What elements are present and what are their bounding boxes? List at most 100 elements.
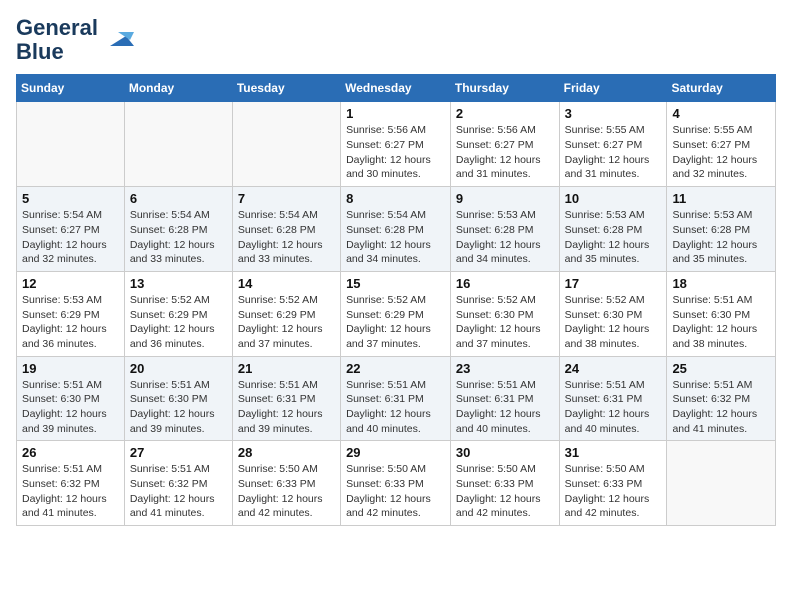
day-number: 18	[672, 276, 770, 291]
day-cell: 3 Sunrise: 5:55 AMSunset: 6:27 PMDaylight…	[559, 102, 667, 187]
day-number: 13	[130, 276, 227, 291]
day-info: Sunrise: 5:51 AMSunset: 6:31 PMDaylight:…	[565, 378, 662, 437]
day-info: Sunrise: 5:55 AMSunset: 6:27 PMDaylight:…	[565, 123, 662, 182]
day-cell: 1 Sunrise: 5:56 AMSunset: 6:27 PMDaylight…	[341, 102, 451, 187]
day-cell: 29 Sunrise: 5:50 AMSunset: 6:33 PMDayligh…	[341, 441, 451, 526]
header-cell-thursday: Thursday	[450, 75, 559, 102]
day-number: 10	[565, 191, 662, 206]
header-cell-sunday: Sunday	[17, 75, 125, 102]
day-number: 12	[22, 276, 119, 291]
day-info: Sunrise: 5:53 AMSunset: 6:28 PMDaylight:…	[456, 208, 554, 267]
week-row-1: 1 Sunrise: 5:56 AMSunset: 6:27 PMDaylight…	[17, 102, 776, 187]
day-cell: 11 Sunrise: 5:53 AMSunset: 6:28 PMDayligh…	[667, 187, 776, 272]
day-info: Sunrise: 5:54 AMSunset: 6:27 PMDaylight:…	[22, 208, 119, 267]
day-info: Sunrise: 5:50 AMSunset: 6:33 PMDaylight:…	[346, 462, 445, 521]
day-cell	[124, 102, 232, 187]
day-cell: 31Sunrise: 5:50 AMSunset: 6:33 PMDayligh…	[559, 441, 667, 526]
day-number: 29	[346, 445, 445, 460]
day-info: Sunrise: 5:51 AMSunset: 6:30 PMDaylight:…	[22, 378, 119, 437]
header-cell-wednesday: Wednesday	[341, 75, 451, 102]
calendar-table: SundayMondayTuesdayWednesdayThursdayFrid…	[16, 74, 776, 526]
day-cell: 18 Sunrise: 5:51 AMSunset: 6:30 PMDayligh…	[667, 271, 776, 356]
day-info: Sunrise: 5:56 AMSunset: 6:27 PMDaylight:…	[456, 123, 554, 182]
day-cell: 12 Sunrise: 5:53 AMSunset: 6:29 PMDayligh…	[17, 271, 125, 356]
day-info: Sunrise: 5:51 AMSunset: 6:30 PMDaylight:…	[672, 293, 770, 352]
day-number: 23	[456, 361, 554, 376]
day-cell: 4 Sunrise: 5:55 AMSunset: 6:27 PMDaylight…	[667, 102, 776, 187]
header-cell-friday: Friday	[559, 75, 667, 102]
day-info: Sunrise: 5:52 AMSunset: 6:30 PMDaylight:…	[565, 293, 662, 352]
day-number: 7	[238, 191, 335, 206]
day-info: Sunrise: 5:52 AMSunset: 6:29 PMDaylight:…	[130, 293, 227, 352]
day-number: 16	[456, 276, 554, 291]
week-row-3: 12 Sunrise: 5:53 AMSunset: 6:29 PMDayligh…	[17, 271, 776, 356]
day-number: 22	[346, 361, 445, 376]
week-row-5: 26 Sunrise: 5:51 AMSunset: 6:32 PMDayligh…	[17, 441, 776, 526]
day-number: 25	[672, 361, 770, 376]
day-info: Sunrise: 5:54 AMSunset: 6:28 PMDaylight:…	[346, 208, 445, 267]
day-cell: 28 Sunrise: 5:50 AMSunset: 6:33 PMDayligh…	[232, 441, 340, 526]
day-cell: 7 Sunrise: 5:54 AMSunset: 6:28 PMDaylight…	[232, 187, 340, 272]
day-cell: 26Sunrise: 5:51 AMSunset: 6:32 PMDayligh…	[17, 441, 125, 526]
day-number: 24	[565, 361, 662, 376]
day-number: 1	[346, 106, 445, 121]
day-cell: 17Sunrise: 5:52 AMSunset: 6:30 PMDayligh…	[559, 271, 667, 356]
logo-text: GeneralBlue	[16, 16, 98, 64]
day-info: Sunrise: 5:51 AMSunset: 6:31 PMDaylight:…	[238, 378, 335, 437]
day-cell: 23 Sunrise: 5:51 AMSunset: 6:31 PMDayligh…	[450, 356, 559, 441]
day-number: 19	[22, 361, 119, 376]
day-cell: 5 Sunrise: 5:54 AMSunset: 6:27 PMDaylight…	[17, 187, 125, 272]
day-cell: 25Sunrise: 5:51 AMSunset: 6:32 PMDayligh…	[667, 356, 776, 441]
day-number: 26	[22, 445, 119, 460]
day-info: Sunrise: 5:50 AMSunset: 6:33 PMDaylight:…	[565, 462, 662, 521]
day-number: 28	[238, 445, 335, 460]
day-cell: 9 Sunrise: 5:53 AMSunset: 6:28 PMDaylight…	[450, 187, 559, 272]
header-cell-monday: Monday	[124, 75, 232, 102]
day-number: 2	[456, 106, 554, 121]
day-number: 30	[456, 445, 554, 460]
day-cell: 8 Sunrise: 5:54 AMSunset: 6:28 PMDaylight…	[341, 187, 451, 272]
header-cell-tuesday: Tuesday	[232, 75, 340, 102]
logo: GeneralBlue	[16, 16, 134, 64]
day-number: 14	[238, 276, 335, 291]
logo-icon	[102, 22, 134, 54]
day-number: 4	[672, 106, 770, 121]
day-number: 11	[672, 191, 770, 206]
day-cell: 24 Sunrise: 5:51 AMSunset: 6:31 PMDayligh…	[559, 356, 667, 441]
day-info: Sunrise: 5:54 AMSunset: 6:28 PMDaylight:…	[238, 208, 335, 267]
day-info: Sunrise: 5:56 AMSunset: 6:27 PMDaylight:…	[346, 123, 445, 182]
day-info: Sunrise: 5:53 AMSunset: 6:29 PMDaylight:…	[22, 293, 119, 352]
day-info: Sunrise: 5:52 AMSunset: 6:30 PMDaylight:…	[456, 293, 554, 352]
calendar-header-row: SundayMondayTuesdayWednesdayThursdayFrid…	[17, 75, 776, 102]
week-row-4: 19 Sunrise: 5:51 AMSunset: 6:30 PMDayligh…	[17, 356, 776, 441]
day-cell: 20Sunrise: 5:51 AMSunset: 6:30 PMDayligh…	[124, 356, 232, 441]
day-number: 9	[456, 191, 554, 206]
day-info: Sunrise: 5:50 AMSunset: 6:33 PMDaylight:…	[238, 462, 335, 521]
day-number: 20	[130, 361, 227, 376]
day-number: 3	[565, 106, 662, 121]
week-row-2: 5 Sunrise: 5:54 AMSunset: 6:27 PMDaylight…	[17, 187, 776, 272]
day-info: Sunrise: 5:52 AMSunset: 6:29 PMDaylight:…	[346, 293, 445, 352]
day-number: 27	[130, 445, 227, 460]
day-cell: 2 Sunrise: 5:56 AMSunset: 6:27 PMDaylight…	[450, 102, 559, 187]
day-cell: 16 Sunrise: 5:52 AMSunset: 6:30 PMDayligh…	[450, 271, 559, 356]
day-info: Sunrise: 5:51 AMSunset: 6:31 PMDaylight:…	[346, 378, 445, 437]
day-cell	[232, 102, 340, 187]
day-cell: 27 Sunrise: 5:51 AMSunset: 6:32 PMDayligh…	[124, 441, 232, 526]
day-info: Sunrise: 5:53 AMSunset: 6:28 PMDaylight:…	[672, 208, 770, 267]
day-info: Sunrise: 5:52 AMSunset: 6:29 PMDaylight:…	[238, 293, 335, 352]
day-cell: 15Sunrise: 5:52 AMSunset: 6:29 PMDayligh…	[341, 271, 451, 356]
day-number: 5	[22, 191, 119, 206]
header-cell-saturday: Saturday	[667, 75, 776, 102]
day-info: Sunrise: 5:51 AMSunset: 6:31 PMDaylight:…	[456, 378, 554, 437]
day-cell	[667, 441, 776, 526]
header: GeneralBlue	[16, 16, 776, 64]
day-cell	[17, 102, 125, 187]
day-info: Sunrise: 5:55 AMSunset: 6:27 PMDaylight:…	[672, 123, 770, 182]
day-number: 8	[346, 191, 445, 206]
day-cell: 14 Sunrise: 5:52 AMSunset: 6:29 PMDayligh…	[232, 271, 340, 356]
day-info: Sunrise: 5:51 AMSunset: 6:32 PMDaylight:…	[130, 462, 227, 521]
day-info: Sunrise: 5:54 AMSunset: 6:28 PMDaylight:…	[130, 208, 227, 267]
day-cell: 21Sunrise: 5:51 AMSunset: 6:31 PMDayligh…	[232, 356, 340, 441]
day-info: Sunrise: 5:53 AMSunset: 6:28 PMDaylight:…	[565, 208, 662, 267]
